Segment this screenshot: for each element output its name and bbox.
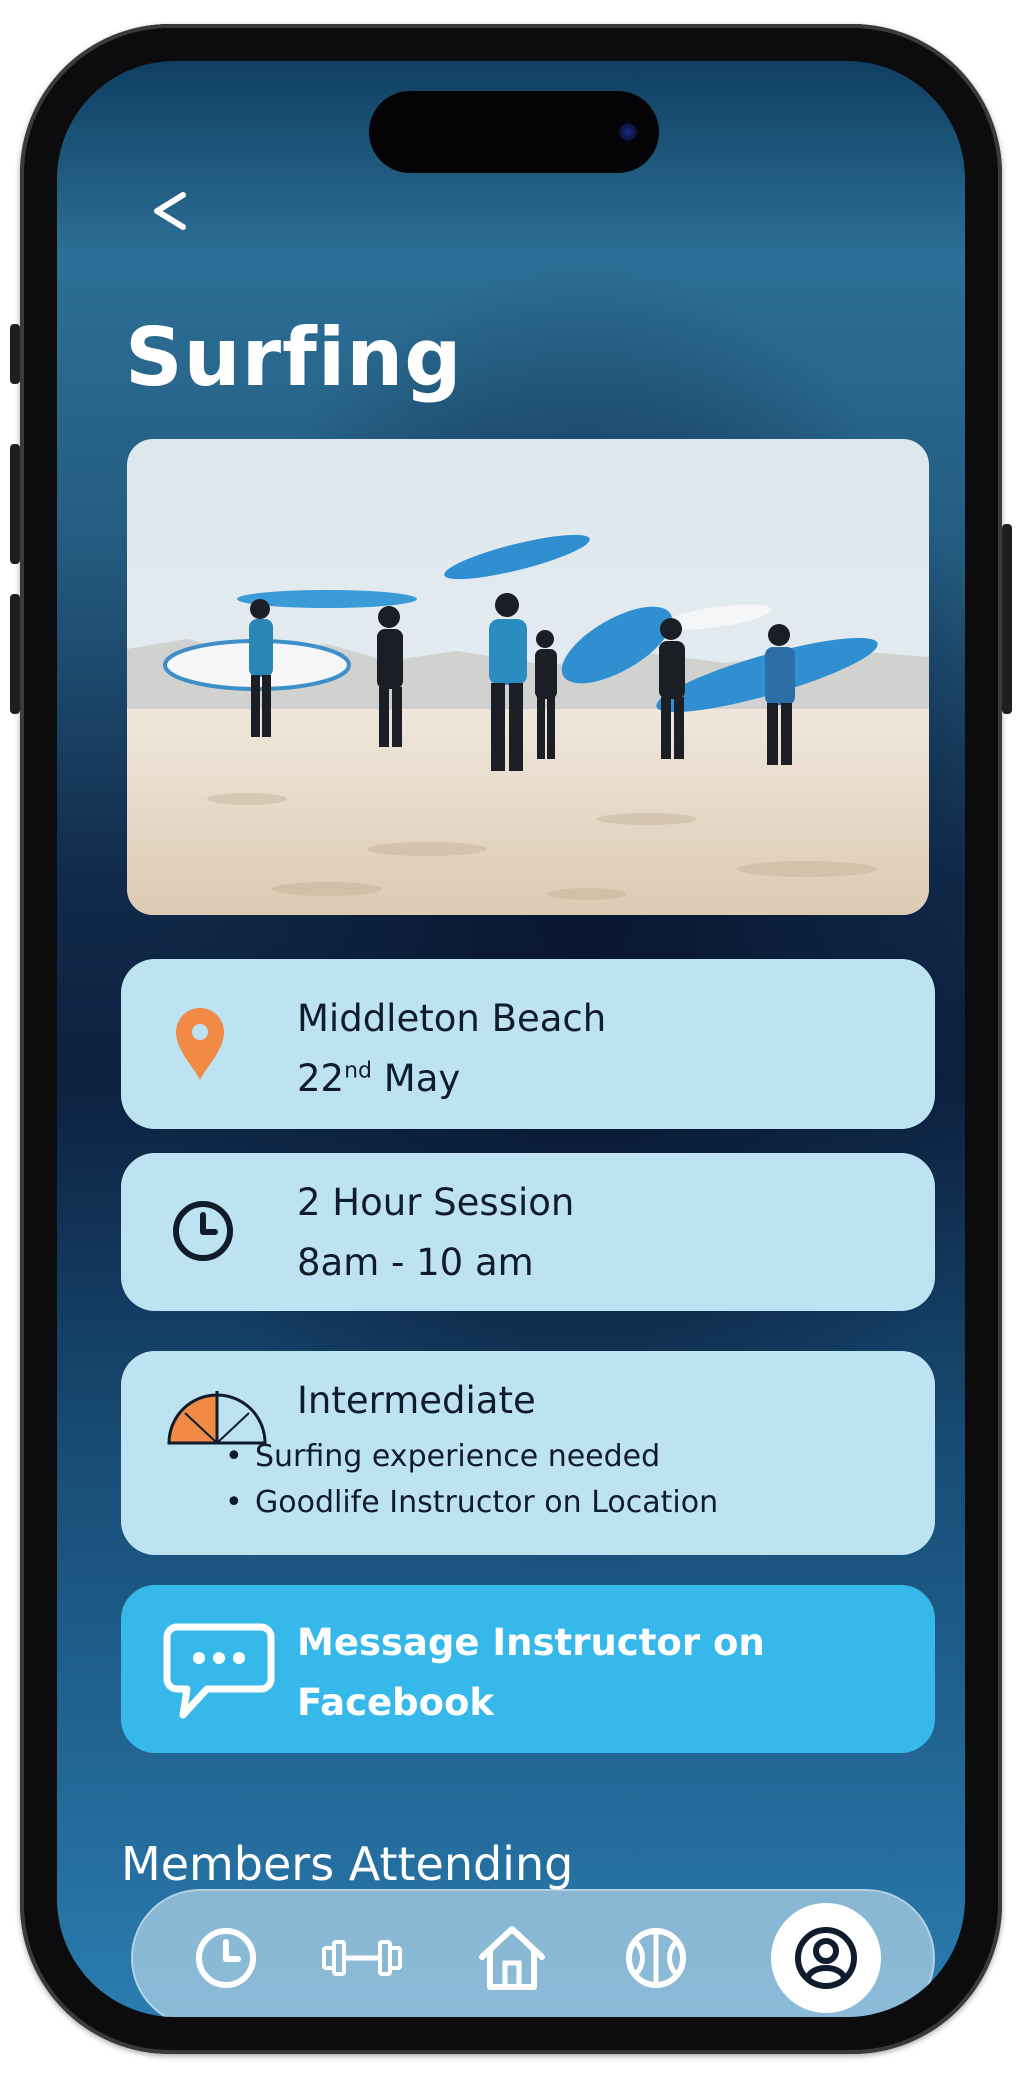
surfers-on-beach-image xyxy=(127,439,929,915)
page-title: Surfing xyxy=(125,311,463,404)
message-line-1: Message Instructor on xyxy=(297,1621,765,1664)
skill-level: Intermediate xyxy=(297,1379,536,1422)
date-day: 22 xyxy=(297,1057,345,1100)
session-time: 8am - 10 am xyxy=(297,1241,534,1284)
list-item: Goodlife Instructor on Location xyxy=(225,1485,718,1520)
event-date: 22nd May xyxy=(297,1057,460,1100)
chat-bubble-icon xyxy=(163,1621,275,1721)
nav-schedule[interactable] xyxy=(171,1903,281,2013)
dumbbell-icon xyxy=(322,1940,402,1976)
members-attending-heading: Members Attending xyxy=(121,1837,574,1891)
location-name: Middleton Beach xyxy=(297,997,607,1040)
home-icon xyxy=(479,1926,545,1990)
nav-home[interactable] xyxy=(457,1903,567,2013)
camera-icon xyxy=(619,123,637,141)
session-duration: 2 Hour Session xyxy=(297,1181,575,1224)
nav-workouts[interactable] xyxy=(307,1903,417,2013)
phone-frame: Surfing Middleton Beach 22nd May 2 Hour … xyxy=(10,24,1012,2054)
location-card: Middleton Beach 22nd May xyxy=(121,959,935,1129)
difficulty-gauge-icon xyxy=(165,1387,269,1447)
message-instructor-label: Message Instructor on Facebook xyxy=(297,1613,857,1733)
clock-icon xyxy=(165,1193,241,1269)
activity-photo xyxy=(127,439,929,915)
chevron-left-icon xyxy=(154,192,186,230)
session-card: 2 Hour Session 8am - 10 am xyxy=(121,1153,935,1311)
message-instructor-button[interactable]: Message Instructor on Facebook xyxy=(121,1585,935,1753)
nav-sports[interactable] xyxy=(601,1903,711,2013)
mute-switch xyxy=(10,324,20,384)
volume-up-button xyxy=(10,444,20,564)
date-month: May xyxy=(383,1057,461,1100)
back-button[interactable] xyxy=(139,181,199,241)
profile-icon xyxy=(795,1927,857,1989)
date-suffix: nd xyxy=(344,1058,373,1084)
message-line-2: Facebook xyxy=(297,1681,495,1724)
app-screen: Surfing Middleton Beach 22nd May 2 Hour … xyxy=(57,61,965,2017)
volume-down-button xyxy=(10,594,20,714)
power-button xyxy=(1002,524,1012,714)
dynamic-island xyxy=(369,91,659,173)
location-pin-icon xyxy=(167,1001,233,1087)
list-item: Surfing experience needed xyxy=(225,1439,660,1474)
ball-icon xyxy=(626,1928,686,1988)
bottom-navigation xyxy=(131,1889,935,2017)
nav-profile[interactable] xyxy=(771,1903,881,2013)
clock-icon xyxy=(196,1928,256,1988)
